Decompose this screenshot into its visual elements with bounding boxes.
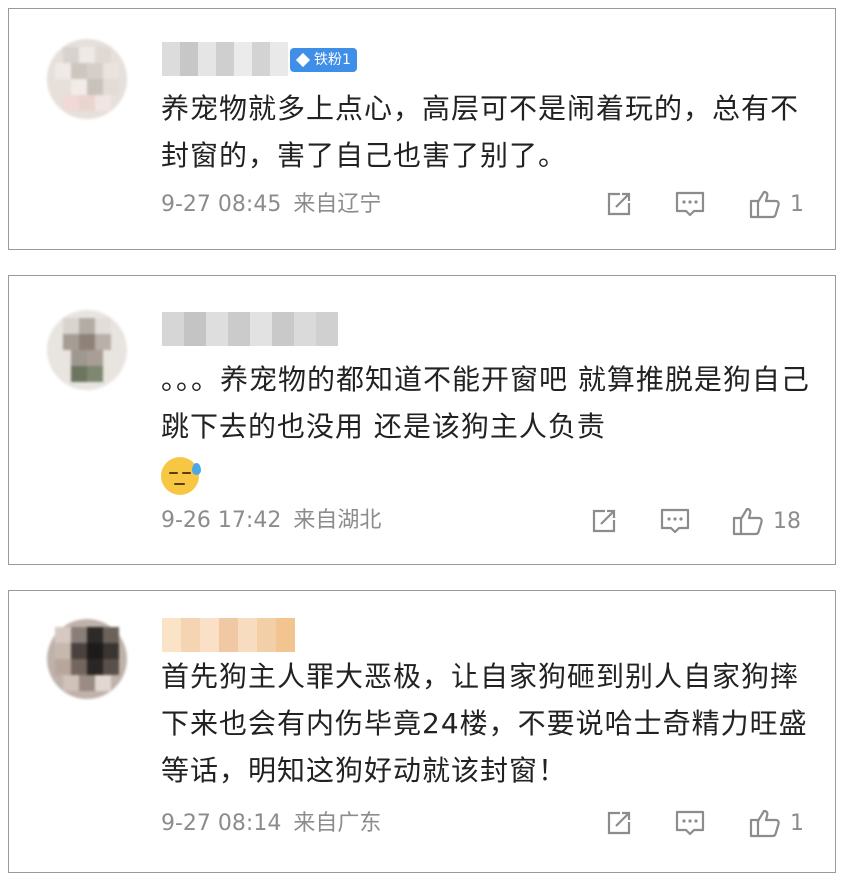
- like-icon: [749, 809, 780, 838]
- comment-time: 9-27 08:45: [161, 192, 282, 217]
- sweat-emoji: [161, 457, 201, 495]
- diamond-icon: [295, 52, 311, 68]
- comment-text: 首先狗主人罪大恶极，让自家狗砸到别人自家狗摔下来也会有内伤毕竟24楼，不要说哈士…: [161, 660, 808, 787]
- share-button[interactable]: [589, 506, 619, 536]
- comment-button[interactable]: [659, 506, 691, 536]
- like-count: 18: [773, 508, 801, 534]
- avatar[interactable]: [47, 39, 127, 119]
- like-count: 1: [790, 191, 804, 217]
- comment-region: 来自湖北: [293, 508, 382, 533]
- comment-icon: [675, 191, 705, 217]
- comment-meta: 9-27 08:14 来自广东: [161, 809, 381, 839]
- comment-actions: 18: [589, 503, 801, 539]
- share-button[interactable]: [604, 808, 634, 838]
- username-blurred[interactable]: [162, 618, 295, 652]
- like-button[interactable]: 1: [748, 188, 804, 220]
- comment-time: 9-27 08:14: [161, 811, 282, 836]
- like-button[interactable]: 18: [731, 505, 801, 537]
- like-icon: [749, 190, 780, 219]
- comment-card: 首先狗主人罪大恶极，让自家狗砸到别人自家狗摔下来也会有内伤毕竟24楼，不要说哈士…: [8, 590, 836, 873]
- comment-region: 来自辽宁: [293, 192, 382, 217]
- comment-icon: [660, 508, 690, 534]
- share-icon: [592, 509, 616, 533]
- fan-badge: 铁粉1: [290, 48, 357, 72]
- like-icon: [732, 507, 763, 536]
- share-button[interactable]: [604, 189, 634, 219]
- comment-meta: 9-26 17:42 来自湖北: [161, 506, 381, 536]
- comment-text: 养宠物就多上点心，高层可不是闹着玩的，总有不封窗的，害了自己也害了别了。: [161, 92, 800, 172]
- comment-actions: 1: [604, 186, 804, 222]
- comment-time: 9-26 17:42: [161, 508, 282, 533]
- share-icon: [607, 192, 631, 216]
- comment-text: 。。。养宠物的都知道不能开窗吧 就算推脱是狗自己跳下去的也没用 还是该狗主人负责: [161, 356, 811, 497]
- comment-actions: 1: [604, 805, 804, 841]
- comment-button[interactable]: [674, 189, 706, 219]
- comment-icon: [675, 810, 705, 836]
- share-icon: [607, 811, 631, 835]
- comment-region: 来自广东: [293, 811, 382, 836]
- comment-meta: 9-27 08:45 来自辽宁: [161, 190, 381, 220]
- fan-badge-label: 铁粉1: [314, 52, 351, 68]
- like-count: 1: [790, 810, 804, 836]
- avatar[interactable]: [47, 310, 127, 390]
- comment-text-body: 。。。养宠物的都知道不能开窗吧 就算推脱是狗自己跳下去的也没用 还是该狗主人负责: [161, 363, 810, 443]
- comment-button[interactable]: [674, 808, 706, 838]
- avatar[interactable]: [47, 619, 127, 699]
- like-button[interactable]: 1: [748, 807, 804, 839]
- comment-card: 。。。养宠物的都知道不能开窗吧 就算推脱是狗自己跳下去的也没用 还是该狗主人负责…: [8, 275, 836, 565]
- username-blurred[interactable]: [162, 42, 288, 76]
- username-blurred[interactable]: [162, 312, 338, 346]
- comment-card: 铁粉1 养宠物就多上点心，高层可不是闹着玩的，总有不封窗的，害了自己也害了别了。…: [8, 8, 836, 250]
